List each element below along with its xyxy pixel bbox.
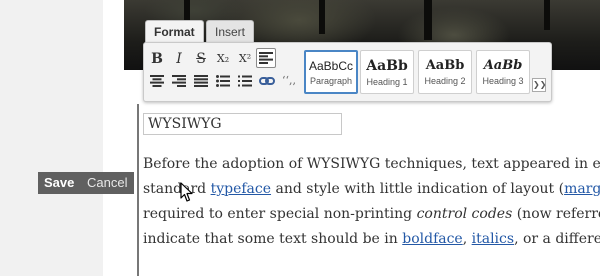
paragraph-line: Before the adoption of WYSIWYG technique… [143, 152, 600, 177]
style-sample: AaBbCc [308, 59, 354, 73]
style-label: Paragraph [309, 76, 353, 86]
edit-actions-bar: Save Cancel [38, 172, 134, 194]
align-right-icon-graphic [172, 75, 186, 87]
subscript-icon[interactable]: X₂ [213, 49, 233, 69]
strikethrough-icon[interactable]: S [191, 49, 211, 69]
text-run: Before the adoption of WYSIWYG technique… [143, 156, 600, 172]
expand-styles-icon[interactable]: ❯❯ [532, 78, 546, 92]
quote-icon[interactable]: ‘‘,, [279, 71, 299, 91]
text-run: and style with little indication of layo… [271, 181, 565, 197]
text-run: standard [143, 181, 211, 197]
paragraph-line: standard typeface and style with little … [143, 177, 600, 202]
superscript-icon[interactable]: X² [235, 49, 255, 69]
italics-link[interactable]: italics [472, 231, 514, 247]
align-justify-icon[interactable] [191, 71, 211, 91]
text-run: , or a different [514, 231, 600, 247]
paragraph-line: indicate that some text should be in bol… [143, 227, 600, 252]
numbered-list-icon-graphic [238, 75, 252, 87]
tree-trunk [319, 0, 325, 34]
text-run: indicate that some text should be in [143, 231, 403, 247]
emphasis-text: control codes [416, 206, 513, 222]
left-margin [0, 0, 103, 276]
style-paragraph[interactable]: AaBbCc Paragraph [304, 50, 358, 94]
mouse-cursor-icon [180, 182, 193, 202]
boldface-link[interactable]: boldface [402, 231, 462, 247]
tree-trunk [424, 0, 432, 40]
italic-icon[interactable]: I [169, 49, 189, 69]
text-run: (now referred t [516, 206, 600, 222]
align-left-icon-graphic [259, 52, 273, 64]
tree-trunk [544, 0, 550, 30]
style-heading-2[interactable]: AaBb Heading 2 [418, 50, 472, 94]
style-label: Heading 3 [482, 76, 524, 86]
bulleted-list-icon-graphic [216, 75, 230, 87]
style-sample: AaBb [366, 58, 408, 74]
align-center-icon-graphic [150, 75, 164, 87]
editor-body[interactable]: Before the adoption of WYSIWYG technique… [143, 152, 600, 252]
typeface-link[interactable]: typeface [211, 181, 271, 197]
link-icon-graphic [259, 77, 275, 85]
margins-link[interactable]: margins [564, 181, 600, 197]
bulleted-list-icon[interactable] [213, 71, 233, 91]
style-heading-3[interactable]: AaBb Heading 3 [476, 50, 530, 94]
align-justify-icon-graphic [194, 75, 208, 87]
bold-icon[interactable]: B [147, 49, 167, 69]
paragraph-line: required to enter special non-printing c… [143, 202, 600, 227]
save-button[interactable]: Save [44, 172, 74, 194]
style-sample: AaBb [425, 58, 465, 73]
tab-format[interactable]: Format [145, 20, 204, 44]
title-input[interactable] [143, 113, 342, 135]
editor-left-border [137, 104, 139, 276]
style-heading-1[interactable]: AaBb Heading 1 [360, 50, 414, 94]
align-left-icon[interactable] [256, 48, 276, 68]
link-icon[interactable] [257, 71, 277, 91]
align-center-icon[interactable] [147, 71, 167, 91]
numbered-list-icon[interactable] [235, 71, 255, 91]
cancel-button[interactable]: Cancel [87, 172, 127, 194]
align-right-icon[interactable] [169, 71, 189, 91]
style-sample: AaBb [483, 58, 523, 73]
style-label: Heading 1 [366, 77, 408, 87]
text-run: required to enter special non-printing [143, 206, 417, 222]
style-label: Heading 2 [424, 76, 466, 86]
tab-insert[interactable]: Insert [206, 20, 255, 43]
text-run: , [462, 231, 472, 247]
